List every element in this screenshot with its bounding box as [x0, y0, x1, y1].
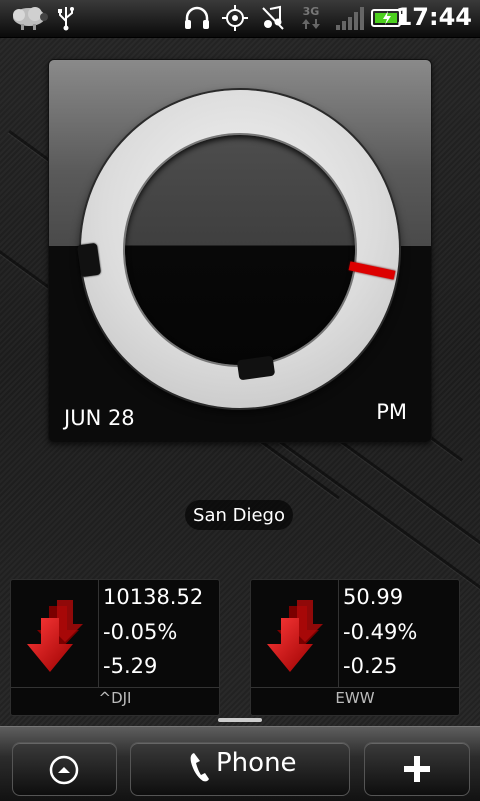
clock-dial-center: [125, 135, 355, 365]
weather-location-pill[interactable]: San Diego: [185, 500, 293, 530]
stock-price: 10138.52: [103, 585, 204, 609]
stock-price: 50.99: [343, 585, 404, 609]
stock-change: -0.25: [343, 654, 398, 678]
stock-down-arrow-icon: [11, 580, 98, 687]
chevron-up-icon: [49, 755, 79, 789]
stock-change: -5.29: [103, 654, 158, 678]
stock-widget-dji[interactable]: 10138.52 -0.05% -5.29 ^DJI: [10, 579, 220, 716]
stock-symbol: ^DJI: [98, 689, 132, 707]
network-type-label: 3G: [302, 5, 320, 18]
signal-icon: [334, 5, 366, 31]
add-button[interactable]: [364, 742, 470, 796]
stock-symbol: EWW: [335, 689, 375, 707]
phone-icon: [189, 751, 211, 787]
stock-divider: [98, 580, 99, 687]
notification-sheep-icon: [6, 5, 50, 31]
headphones-icon: [182, 5, 212, 31]
status-bar[interactable]: 3G 17:44: [0, 0, 480, 38]
usb-icon: [54, 5, 78, 31]
stock-widget-eww[interactable]: 50.99 -0.49% -0.25 EWW: [250, 579, 460, 716]
location-label: San Diego: [193, 504, 285, 526]
3g-data-icon: 3G: [298, 5, 324, 31]
all-apps-button[interactable]: [12, 742, 117, 796]
wallpaper-streak: [278, 440, 480, 596]
stock-percent-change: -0.49%: [343, 620, 418, 644]
gps-icon: [220, 5, 250, 31]
stock-down-arrow-icon: [251, 580, 338, 687]
stock-divider: [11, 687, 219, 688]
clock-widget[interactable]: JUN 28 PM: [48, 59, 432, 443]
clock-ampm: PM: [376, 400, 407, 424]
stock-divider: [338, 580, 339, 687]
stock-divider: [251, 687, 459, 688]
plus-icon: [403, 755, 431, 787]
launcher-handle[interactable]: [218, 718, 262, 722]
clock-date: JUN 28: [64, 406, 135, 430]
hour-hand: [76, 242, 102, 278]
status-bar-clock: 17:44: [395, 3, 472, 31]
phone-label: Phone: [216, 748, 297, 778]
music-muted-icon: [260, 5, 286, 31]
stock-percent-change: -0.05%: [103, 620, 178, 644]
